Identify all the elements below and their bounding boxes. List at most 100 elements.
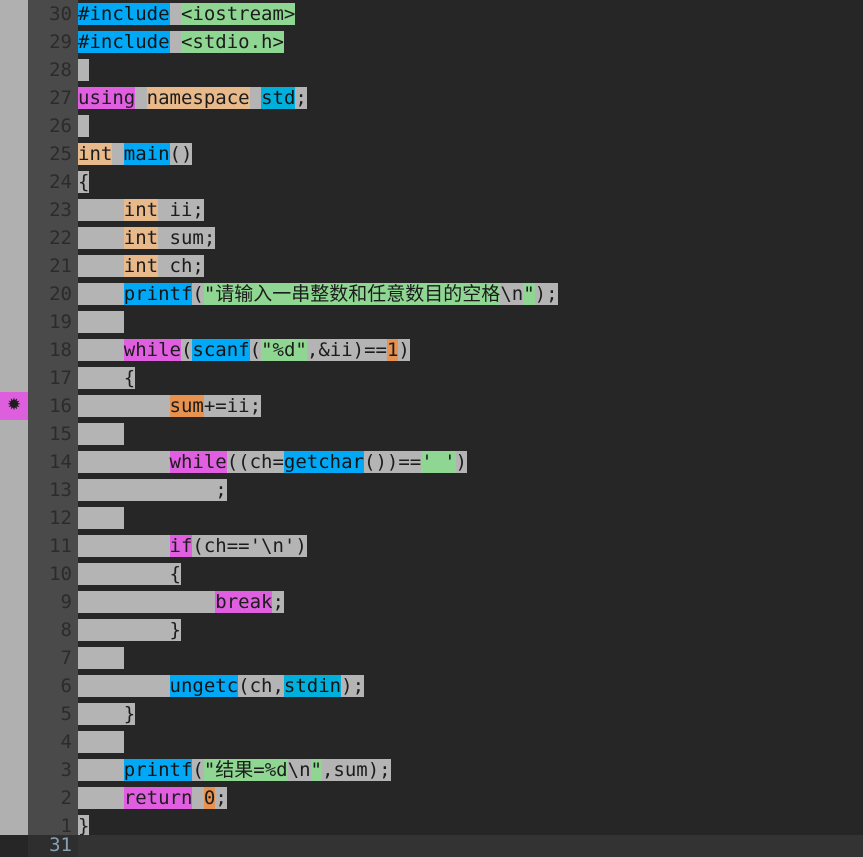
status-bar: 31 bbox=[0, 835, 863, 857]
code-token: " bbox=[261, 339, 273, 361]
code-line[interactable]: while((ch=getchar())==' ') bbox=[78, 448, 467, 476]
code-line[interactable] bbox=[78, 56, 90, 84]
code-token: #include bbox=[78, 3, 170, 25]
code-line[interactable] bbox=[78, 112, 90, 140]
code-line[interactable]: int ii; bbox=[78, 196, 204, 224]
code-token bbox=[78, 675, 170, 697]
code-line[interactable]: } bbox=[78, 616, 181, 644]
code-token bbox=[78, 283, 124, 305]
code-token: getchar bbox=[283, 451, 364, 473]
code-token: printf bbox=[123, 283, 193, 305]
code-token bbox=[78, 647, 124, 669]
code-token bbox=[78, 255, 124, 277]
bookmark-glyph: ✹ bbox=[6, 394, 22, 415]
code-token: +=ii; bbox=[203, 395, 262, 417]
line-number: 15 bbox=[49, 423, 72, 445]
code-token: } bbox=[78, 703, 136, 725]
code-token bbox=[135, 87, 147, 109]
code-line[interactable] bbox=[78, 504, 124, 532]
line-number: 8 bbox=[60, 619, 72, 641]
line-number: 21 bbox=[49, 255, 72, 277]
code-token bbox=[169, 3, 181, 25]
code-line[interactable]: break; bbox=[78, 588, 284, 616]
code-token bbox=[78, 731, 124, 753]
code-line[interactable]: printf("请输入一串整数和任意数目的空格\n"); bbox=[78, 280, 558, 308]
code-token: ch; bbox=[158, 255, 204, 277]
code-line[interactable] bbox=[78, 644, 124, 672]
code-line[interactable] bbox=[78, 728, 124, 756]
code-token: (ch=='\n') bbox=[192, 535, 307, 557]
line-number: 23 bbox=[49, 199, 72, 221]
code-line[interactable]: #include <stdio.h> bbox=[78, 28, 284, 56]
line-number: 29 bbox=[49, 31, 72, 53]
line-number: 17 bbox=[49, 367, 72, 389]
line-number: 11 bbox=[49, 535, 72, 557]
code-token bbox=[249, 87, 262, 109]
code-token: ( bbox=[192, 759, 204, 781]
code-token: () bbox=[169, 143, 193, 165]
code-token: sum bbox=[169, 395, 204, 417]
code-token: "请输入一串整数和任意数目的空格 bbox=[203, 283, 501, 305]
code-token: int bbox=[123, 227, 159, 249]
code-line[interactable]: int main() bbox=[78, 140, 193, 168]
code-token: <iostream> bbox=[180, 3, 296, 25]
code-token: ; bbox=[215, 787, 227, 809]
line-number: 26 bbox=[49, 115, 72, 137]
code-line[interactable]: ; bbox=[78, 476, 227, 504]
status-bar-body bbox=[78, 835, 863, 857]
code-line[interactable]: if(ch=='\n') bbox=[78, 532, 307, 560]
code-token: ((ch= bbox=[226, 451, 284, 473]
code-line[interactable]: return 0; bbox=[78, 784, 227, 812]
code-line[interactable]: int sum; bbox=[78, 224, 216, 252]
code-token: if bbox=[169, 535, 193, 557]
code-token: { bbox=[78, 367, 136, 389]
line-number: 14 bbox=[49, 451, 72, 473]
code-line[interactable]: sum+=ii; bbox=[78, 392, 262, 420]
code-line[interactable]: using namespace std; bbox=[78, 84, 307, 112]
line-number: 25 bbox=[49, 143, 72, 165]
marker-strip[interactable]: ✹ bbox=[0, 0, 28, 835]
code-line[interactable]: printf("结果=%d\n",sum); bbox=[78, 756, 391, 784]
code-token: sum; bbox=[158, 227, 216, 249]
code-line[interactable]: int ch; bbox=[78, 252, 204, 280]
code-line[interactable]: #include <iostream> bbox=[78, 0, 296, 28]
code-token: return bbox=[123, 787, 193, 809]
code-token: <stdio.h> bbox=[180, 31, 284, 53]
code-line[interactable]: { bbox=[78, 560, 181, 588]
code-token: while bbox=[169, 451, 227, 473]
code-token: main bbox=[123, 143, 170, 165]
code-token bbox=[78, 507, 124, 529]
line-number: 7 bbox=[60, 647, 72, 669]
code-token: stdin bbox=[283, 675, 342, 697]
code-line[interactable] bbox=[78, 420, 124, 448]
code-token: 1 bbox=[386, 339, 399, 361]
code-token: scanf bbox=[192, 339, 250, 361]
bookmark-asterisk-icon[interactable]: ✹ bbox=[0, 392, 28, 420]
code-token: std bbox=[261, 87, 296, 109]
code-token: (ch, bbox=[238, 675, 284, 697]
code-line[interactable]: ungetc(ch,stdin); bbox=[78, 672, 365, 700]
line-number: 20 bbox=[49, 283, 72, 305]
line-number: 19 bbox=[49, 311, 72, 333]
code-line[interactable]: { bbox=[78, 168, 90, 196]
code-token: ); bbox=[534, 283, 558, 305]
code-token: ); bbox=[341, 675, 365, 697]
code-line[interactable]: { bbox=[78, 364, 136, 392]
code-token: { bbox=[78, 171, 90, 193]
line-number: 3 bbox=[60, 759, 72, 781]
line-number: 18 bbox=[49, 339, 72, 361]
code-area[interactable]: #include <iostream> #include <stdio.h> us… bbox=[78, 0, 863, 837]
code-line[interactable]: } bbox=[78, 700, 136, 728]
code-token: "结果=%d bbox=[203, 759, 288, 781]
line-number: 5 bbox=[60, 703, 72, 725]
code-token: ; bbox=[295, 87, 307, 109]
total-line-count: 31 bbox=[49, 834, 72, 856]
line-number: 22 bbox=[49, 227, 72, 249]
code-line[interactable]: while(scanf("%d",&ii)==1) bbox=[78, 336, 410, 364]
code-token: ,&ii)== bbox=[306, 339, 387, 361]
code-token bbox=[112, 143, 124, 165]
code-token: namespace bbox=[146, 87, 250, 109]
code-line[interactable] bbox=[78, 308, 124, 336]
line-number: 30 bbox=[49, 3, 72, 25]
line-number: 2 bbox=[60, 787, 72, 809]
